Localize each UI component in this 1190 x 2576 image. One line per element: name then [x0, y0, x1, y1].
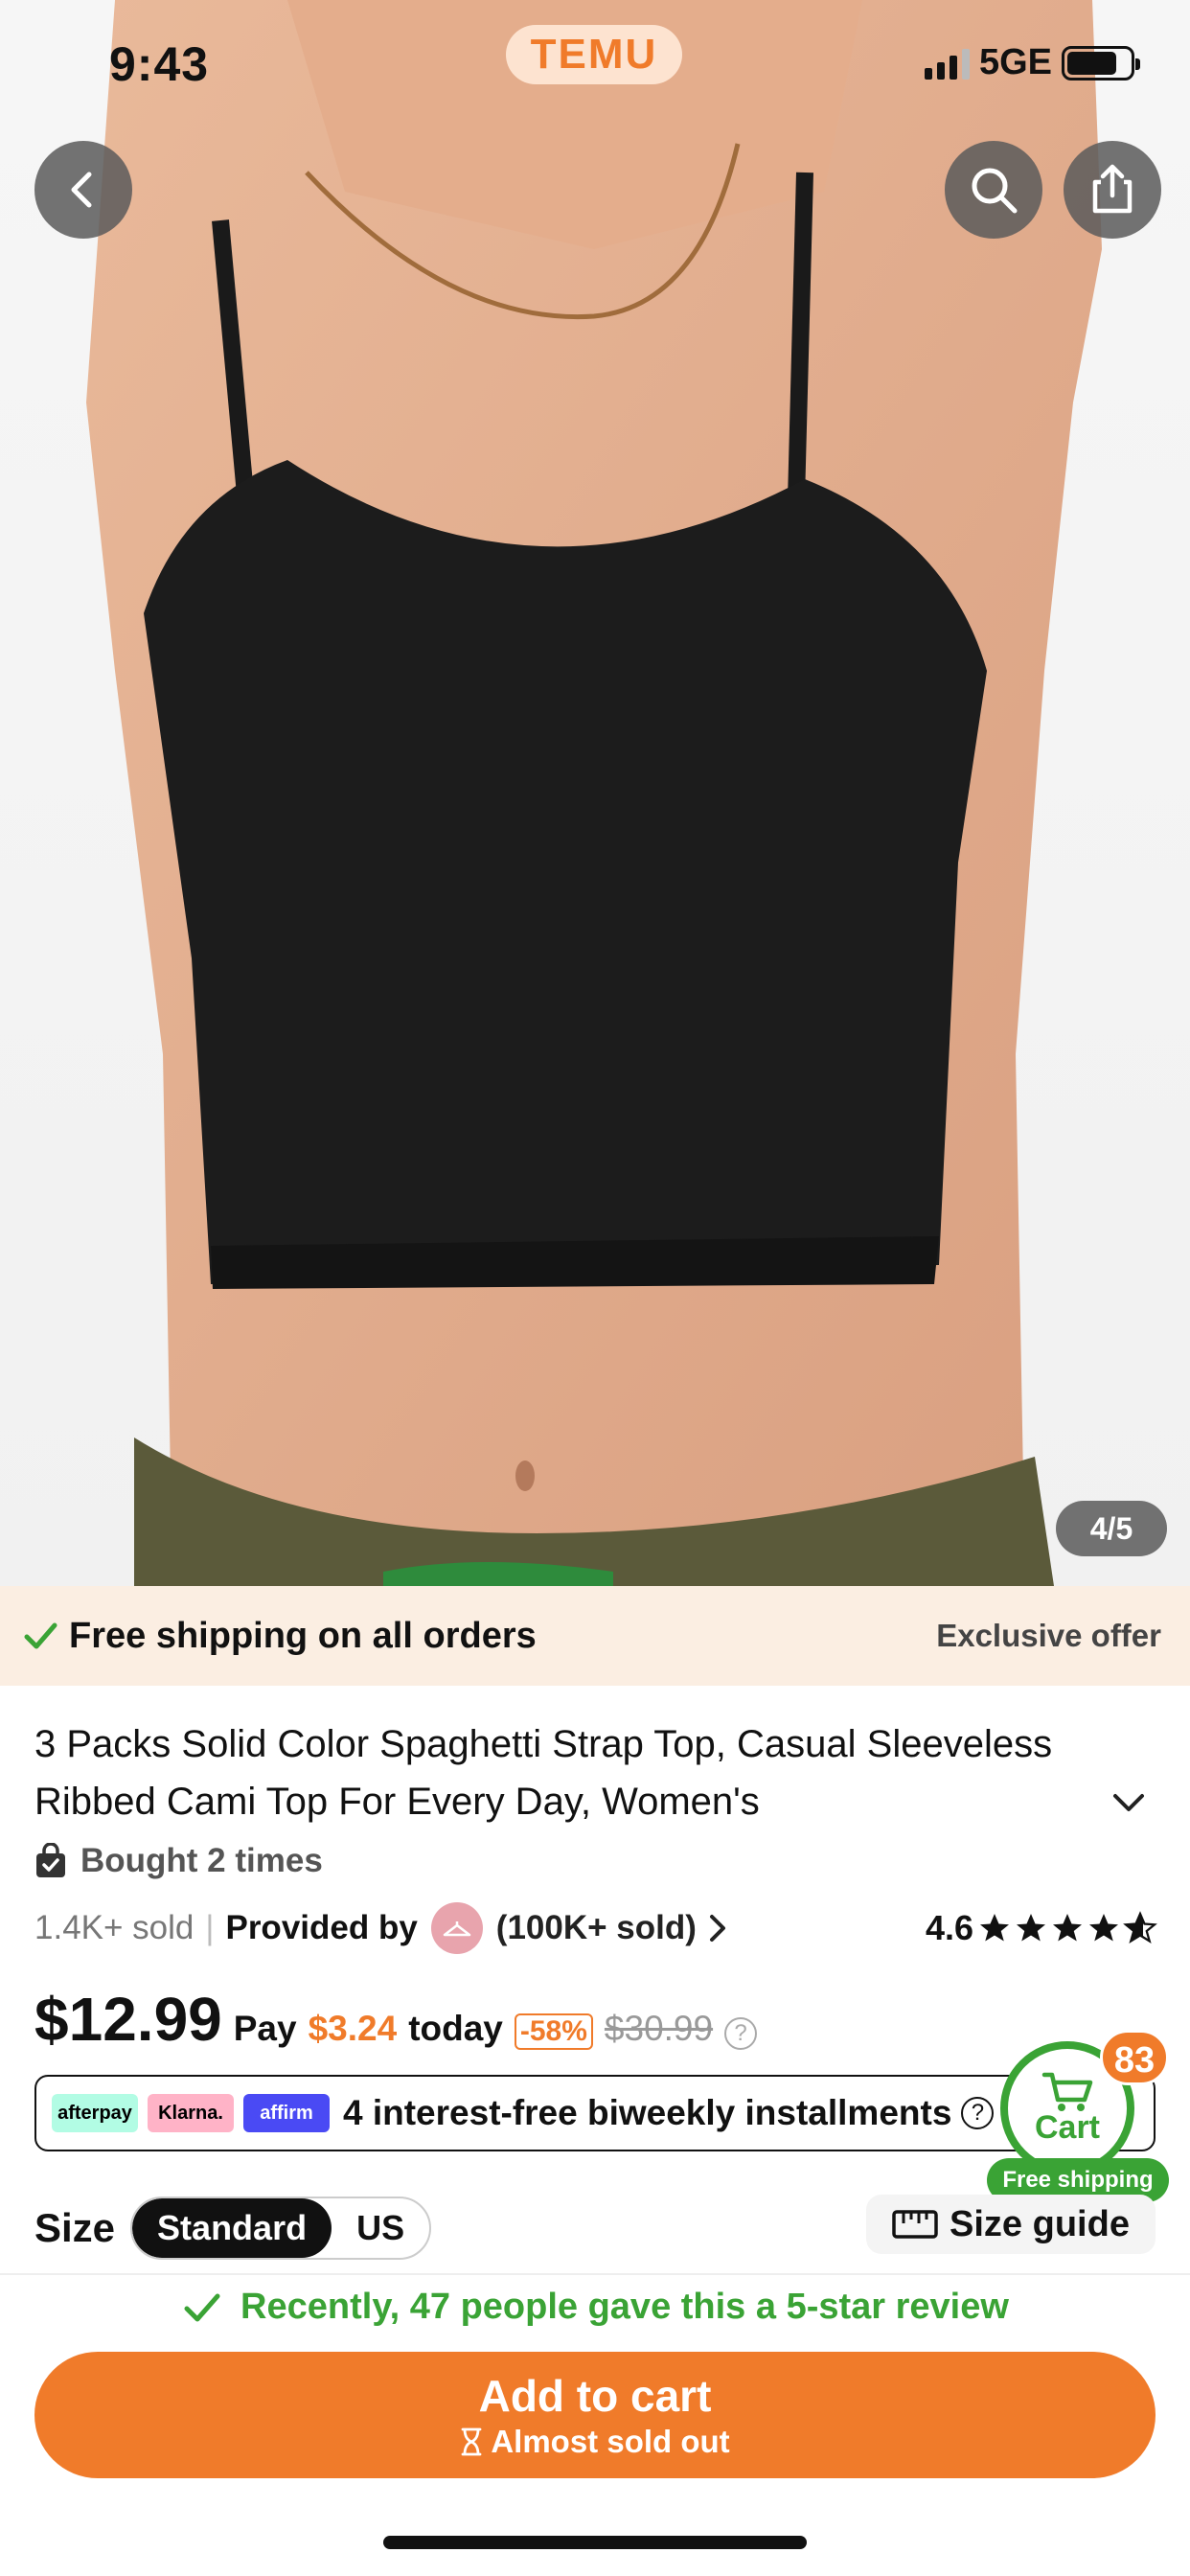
add-to-cart-label: Add to cart [478, 2371, 712, 2421]
afterpay-logo: afterpay [52, 2094, 138, 2132]
product-meta-row: 1.4K+ sold | Provided by (100K+ sold) 4.… [34, 1901, 1157, 1955]
shopping-bag-icon [36, 1843, 65, 1877]
status-indicators: 5GE [924, 42, 1140, 83]
search-button[interactable] [945, 141, 1042, 239]
image-counter: 4/5 [1056, 1501, 1167, 1556]
store-sold-count[interactable]: (100K+ sold) [496, 1909, 697, 1947]
original-price: $30.99 [604, 2009, 714, 2048]
cart-label: Cart [1034, 2108, 1101, 2146]
almost-sold-out-text: Almost sold out [491, 2424, 730, 2459]
size-guide-label: Size guide [950, 2203, 1130, 2244]
size-option-standard[interactable]: Standard [132, 2198, 332, 2258]
star-icon [980, 1914, 1009, 1942]
home-indicator[interactable] [383, 2536, 807, 2549]
size-toggle[interactable]: Standard US [130, 2196, 432, 2260]
help-icon[interactable]: ? [724, 2017, 758, 2050]
cart-icon [1041, 2072, 1093, 2111]
star-half-icon [1123, 1911, 1157, 1944]
affirm-logo: affirm [243, 2094, 330, 2132]
provided-by-label: Provided by [225, 1909, 418, 1946]
size-selector: Size Standard US [34, 2196, 432, 2260]
back-button[interactable] [34, 141, 132, 239]
size-option-us[interactable]: US [332, 2198, 429, 2258]
almost-sold-out: Almost sold out [460, 2424, 730, 2460]
check-icon [24, 1622, 57, 1649]
signal-icon [924, 47, 970, 80]
check-icon [184, 2293, 220, 2321]
product-image-gallery[interactable]: 9:43 TEMU 5GE 4/5 [0, 0, 1190, 1586]
installments-help-icon[interactable]: ? [961, 2097, 995, 2129]
share-button[interactable] [1064, 141, 1161, 239]
store-avatar[interactable] [430, 1902, 483, 1954]
klarna-logo: Klarna. [148, 2094, 234, 2132]
pay-today-amount: $3.24 [308, 2009, 398, 2048]
search-icon [972, 168, 1018, 214]
rating-stars [977, 1911, 1157, 1945]
star-icon [1017, 1914, 1045, 1942]
share-icon [1092, 164, 1133, 214]
pay-label: Pay [233, 2009, 297, 2048]
star-icon [1089, 1914, 1118, 1942]
hanger-icon [443, 1921, 471, 1937]
size-guide-button[interactable]: Size guide [866, 2195, 1156, 2254]
free-shipping-text: Free shipping on all orders [69, 1615, 537, 1656]
expand-title-button[interactable] [1110, 1782, 1148, 1826]
ruler-icon [892, 2210, 938, 2239]
discount-badge: -58% [514, 2013, 593, 2050]
chevron-right-icon[interactable] [702, 1911, 731, 1945]
hourglass-icon [461, 2427, 482, 2456]
chevron-down-icon [1113, 1794, 1144, 1811]
bought-text: Bought 2 times [80, 1842, 323, 1879]
meta-separator: | [205, 1909, 215, 1946]
installments-banner[interactable]: afterpay Klarna. affirm 4 interest-free … [34, 2075, 1156, 2151]
product-rating[interactable]: 4.6 [926, 1908, 1157, 1948]
add-to-cart-button[interactable]: Add to cart Almost sold out [34, 2352, 1156, 2478]
today-label: today [408, 2009, 503, 2048]
star-icon [1053, 1914, 1082, 1942]
current-price: $12.99 [34, 1985, 222, 2054]
battery-icon [1062, 45, 1140, 80]
temu-logo: TEMU [506, 25, 682, 84]
product-title: 3 Packs Solid Color Spaghetti Strap Top,… [34, 1723, 1053, 1823]
bought-count: Bought 2 times [34, 1842, 323, 1880]
sold-count: 1.4K+ sold [34, 1909, 195, 1946]
shipping-banner[interactable]: Free shipping on all orders Exclusive of… [0, 1586, 1190, 1686]
cart-count-badge: 83 [1100, 2030, 1169, 2085]
exclusive-offer-text: Exclusive offer [936, 1618, 1161, 1653]
chevron-left-icon [71, 172, 92, 208]
size-label: Size [34, 2205, 116, 2250]
review-note-text: Recently, 47 people gave this a 5-star r… [240, 2287, 1009, 2327]
review-note: Recently, 47 people gave this a 5-star r… [0, 2287, 1190, 2328]
product-photo [86, 0, 1102, 1586]
divider [0, 2273, 1190, 2275]
rating-value: 4.6 [925, 1908, 973, 1947]
status-time: 9:43 [109, 37, 210, 91]
installments-text: 4 interest-free biweekly installments [343, 2093, 952, 2132]
price-row: $12.99 Pay $3.24 today -58% $30.99 ? [34, 1984, 758, 2055]
network-type: 5GE [978, 42, 1052, 82]
